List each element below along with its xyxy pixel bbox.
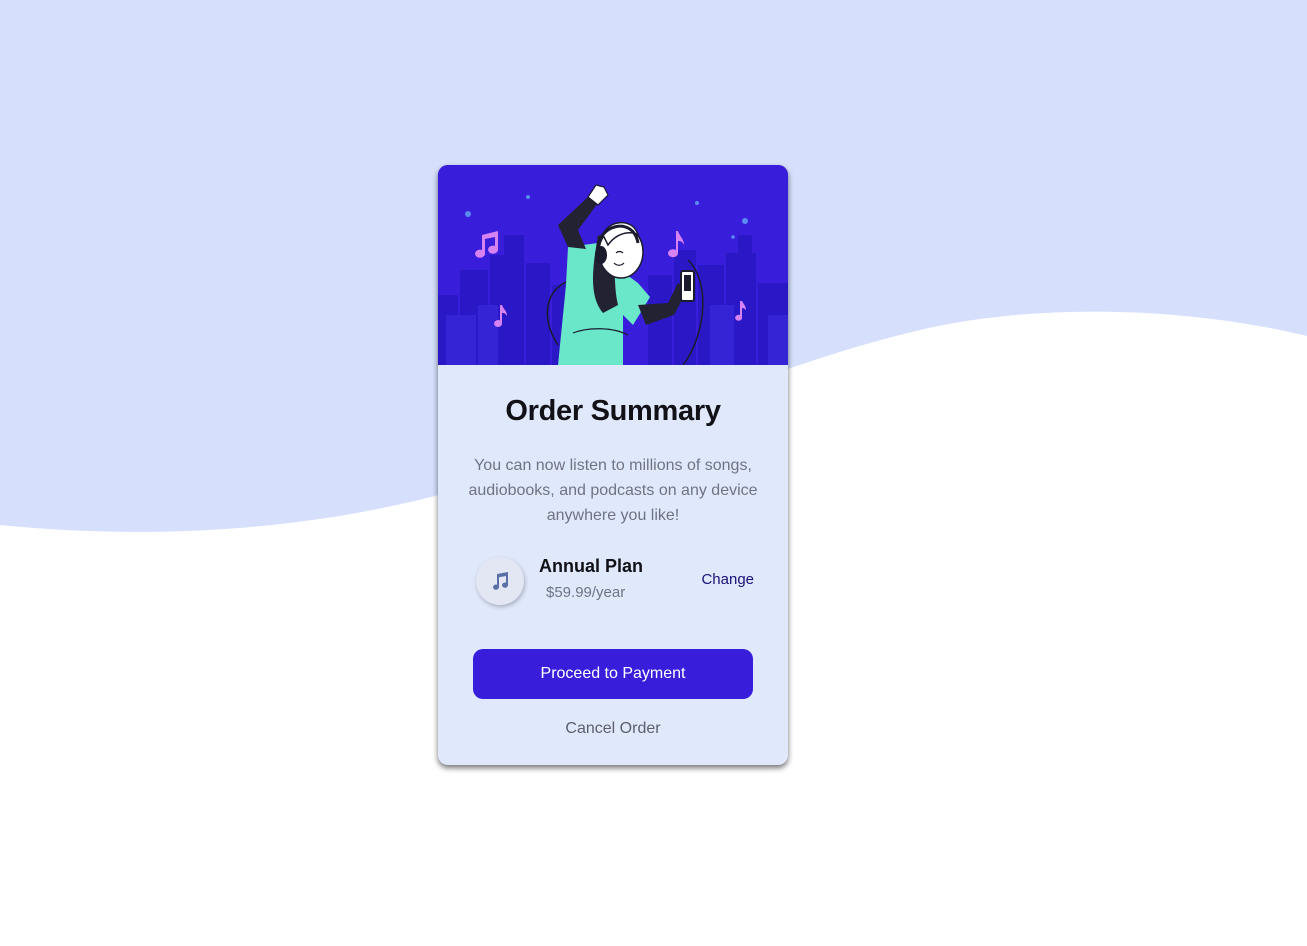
cancel-order-button[interactable]: Cancel Order [473, 716, 753, 742]
music-note-icon [476, 557, 524, 605]
card-title: Order Summary [505, 395, 721, 427]
plan-price: $59.99/year [546, 584, 626, 601]
hero-illustration [438, 165, 788, 365]
plan-name: Annual Plan [539, 556, 644, 576]
order-summary-card: Order Summary You can now listen to mill… [438, 165, 788, 765]
card-description: You can now listen to millions of songs,… [468, 457, 758, 524]
proceed-to-payment-button[interactable]: Proceed to Payment [473, 649, 753, 699]
plan-row: Annual Plan $59.99/year Change [476, 556, 754, 606]
hero-illustration-art [438, 165, 788, 365]
change-plan-link[interactable]: Change [701, 571, 754, 588]
music-note-icon-glyph [493, 572, 509, 590]
